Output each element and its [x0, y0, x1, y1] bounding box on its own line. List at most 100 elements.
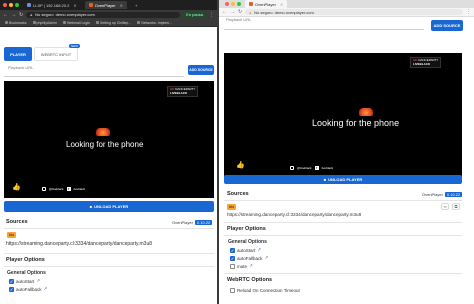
- bookmark-icon: [62, 21, 66, 24]
- desktop: LLSP | 192.168.20.2 ✕ OvenPlayer ✕ + ← →…: [0, 0, 474, 304]
- option-reload-on-timeout[interactable]: Reload On Connection Timeout: [230, 288, 300, 293]
- minimize-window-button[interactable]: [231, 2, 235, 6]
- bookmark-label: phpMyAdmin: [36, 20, 57, 25]
- webrtc-options-title: WebRTC Options: [227, 277, 273, 283]
- zoom-window-button[interactable]: [237, 2, 241, 6]
- new-tab-button[interactable]: +: [131, 1, 141, 9]
- browser-tab-ovenplayer[interactable]: OvenPlayer ✕: [84, 1, 127, 9]
- menu-icon[interactable]: ⋮: [466, 9, 471, 15]
- right-tab-strip: OvenPlayer ✕: [219, 0, 474, 8]
- bookmark-item[interactable]: Bookmarks: [5, 21, 27, 25]
- url-text: demo.ovenplayer.com: [55, 12, 95, 17]
- play-icon: ■: [323, 177, 327, 182]
- close-window-button[interactable]: [3, 3, 7, 7]
- playback-url-row: Playback URL ADD SOURCE: [4, 65, 214, 77]
- window-controls: [3, 3, 19, 7]
- unload-player-button[interactable]: ■ UNLOAD PLAYER: [4, 201, 214, 212]
- back-icon[interactable]: ←: [3, 12, 8, 18]
- bookmark-label: Networks: Implem...: [141, 20, 173, 25]
- browser-tab-llsp[interactable]: LLSP | 192.168.20.2 ✕: [23, 1, 81, 9]
- option-autostart[interactable]: ✓ autoStart ↗: [230, 247, 261, 253]
- playback-url-input[interactable]: Playback URL: [226, 17, 251, 22]
- external-link-icon[interactable]: ↗: [257, 247, 261, 253]
- bookmark-item[interactable]: Setting up Chilliep...: [96, 21, 131, 25]
- option-label: mute: [237, 263, 248, 269]
- zoom-window-button[interactable]: [15, 3, 19, 7]
- video-scene-object: [359, 108, 373, 116]
- reload-icon[interactable]: ↻: [19, 12, 23, 18]
- option-label: autoStart: [16, 278, 35, 284]
- close-icon[interactable]: ✕: [73, 3, 76, 8]
- tab-webrtc-input[interactable]: WEBRTC INPUT NEW: [34, 44, 80, 61]
- divider: [224, 273, 462, 274]
- link-icon[interactable]: ∞: [441, 203, 449, 210]
- add-source-button[interactable]: ADD SOURCE: [188, 65, 214, 75]
- option-autostart[interactable]: ✓ autoStart ↗: [9, 278, 40, 284]
- facebook-icon: f: [66, 187, 71, 191]
- minimize-window-button[interactable]: [9, 3, 13, 7]
- warning-icon: ▲: [248, 9, 253, 15]
- right-address-bar: ← → ↻ ▲ No seguro demo.ovenplayer.com ⋮: [219, 8, 474, 17]
- profile-button[interactable]: En pausa: [183, 11, 206, 18]
- bookmark-item[interactable]: phpMyAdmin: [32, 20, 57, 25]
- video-scene-object: [96, 128, 110, 136]
- option-autofallback[interactable]: ✓ autoFallback ↗: [9, 286, 47, 292]
- option-autofallback[interactable]: ✓ autoFallback ↗: [230, 255, 268, 261]
- playback-url-input[interactable]: Playback URL: [8, 65, 33, 70]
- bookmarks-bar: Bookmarks phpMyAdmin Webmail Login Setti…: [0, 19, 217, 27]
- divider: [224, 200, 462, 201]
- button-label: UNLOAD PLAYER: [94, 204, 129, 209]
- checkbox-unchecked[interactable]: [230, 263, 235, 269]
- warning-icon: ▲: [29, 12, 34, 17]
- option-label: autoStart: [237, 247, 256, 253]
- facebook-icon: f: [314, 166, 319, 170]
- back-icon[interactable]: ←: [222, 9, 227, 15]
- url-field[interactable]: ▲ No seguro demo.ovenplayer.com: [26, 11, 181, 18]
- checkbox-checked[interactable]: ✓: [230, 255, 235, 261]
- divider: [4, 228, 214, 229]
- divider: [224, 222, 462, 223]
- external-link-icon[interactable]: ↗: [36, 278, 40, 284]
- player-options-title: Player Options: [227, 226, 266, 232]
- forward-icon[interactable]: →: [230, 9, 235, 15]
- thumbs-up-icon: 👍: [12, 184, 21, 191]
- left-browser-window: LLSP | 192.168.20.2 ✕ OvenPlayer ✕ + ← →…: [0, 0, 217, 304]
- video-player[interactable]: HD DANCEPARTY LIVEBLACK Looking for the …: [224, 53, 462, 179]
- sources-title: Sources: [6, 219, 28, 225]
- add-source-button[interactable]: ADD SOURCE: [431, 20, 463, 31]
- url-text: demo.ovenplayer.com: [274, 9, 314, 15]
- external-link-icon[interactable]: ↗: [44, 286, 48, 292]
- url-field[interactable]: ▲ No seguro demo.ovenplayer.com: [245, 9, 463, 15]
- forward-icon[interactable]: →: [11, 12, 16, 18]
- security-label: No seguro: [35, 12, 54, 17]
- tab-player[interactable]: PLAYER: [4, 47, 32, 61]
- bookmark-label: Bookmarks: [9, 20, 27, 25]
- external-link-icon[interactable]: ↗: [249, 263, 253, 269]
- close-icon[interactable]: ✕: [280, 2, 283, 7]
- checkbox-unchecked[interactable]: [230, 288, 235, 293]
- close-icon[interactable]: ✕: [120, 3, 123, 8]
- bookmark-item[interactable]: Networks: Implem...: [137, 21, 172, 25]
- copy-icon[interactable]: ⧉: [452, 203, 460, 210]
- divider: [4, 253, 214, 254]
- version-badge: 0.10.22: [444, 192, 463, 197]
- checkbox-checked[interactable]: ✓: [9, 278, 14, 284]
- menu-icon[interactable]: ⋮: [209, 12, 214, 18]
- divider: [224, 235, 462, 236]
- facebook-page: liveblack: [73, 187, 86, 191]
- reload-icon[interactable]: ↻: [238, 9, 242, 15]
- general-options-title: General Options: [228, 239, 267, 245]
- checkbox-checked[interactable]: ✓: [9, 286, 14, 292]
- external-link-icon[interactable]: ↗: [265, 255, 269, 261]
- bookmark-item[interactable]: Webmail Login: [62, 21, 90, 25]
- source-url: https://streaming.danceparty.cl:3334/dan…: [6, 241, 153, 247]
- bookmark-icon: [137, 21, 141, 24]
- video-player[interactable]: HD DANCEPARTY LIVEBLACK Looking for the …: [4, 81, 214, 198]
- checkbox-checked[interactable]: ✓: [230, 247, 235, 253]
- unload-player-button[interactable]: ■ UNLOAD PLAYER: [224, 175, 462, 184]
- browser-tab-ovenplayer[interactable]: OvenPlayer ✕: [245, 0, 288, 8]
- ovenplayer-favicon-icon: [249, 2, 253, 6]
- option-mute[interactable]: mute ↗: [230, 263, 253, 269]
- close-window-button[interactable]: [225, 2, 229, 6]
- option-label: Reload On Connection Timeout: [237, 288, 300, 293]
